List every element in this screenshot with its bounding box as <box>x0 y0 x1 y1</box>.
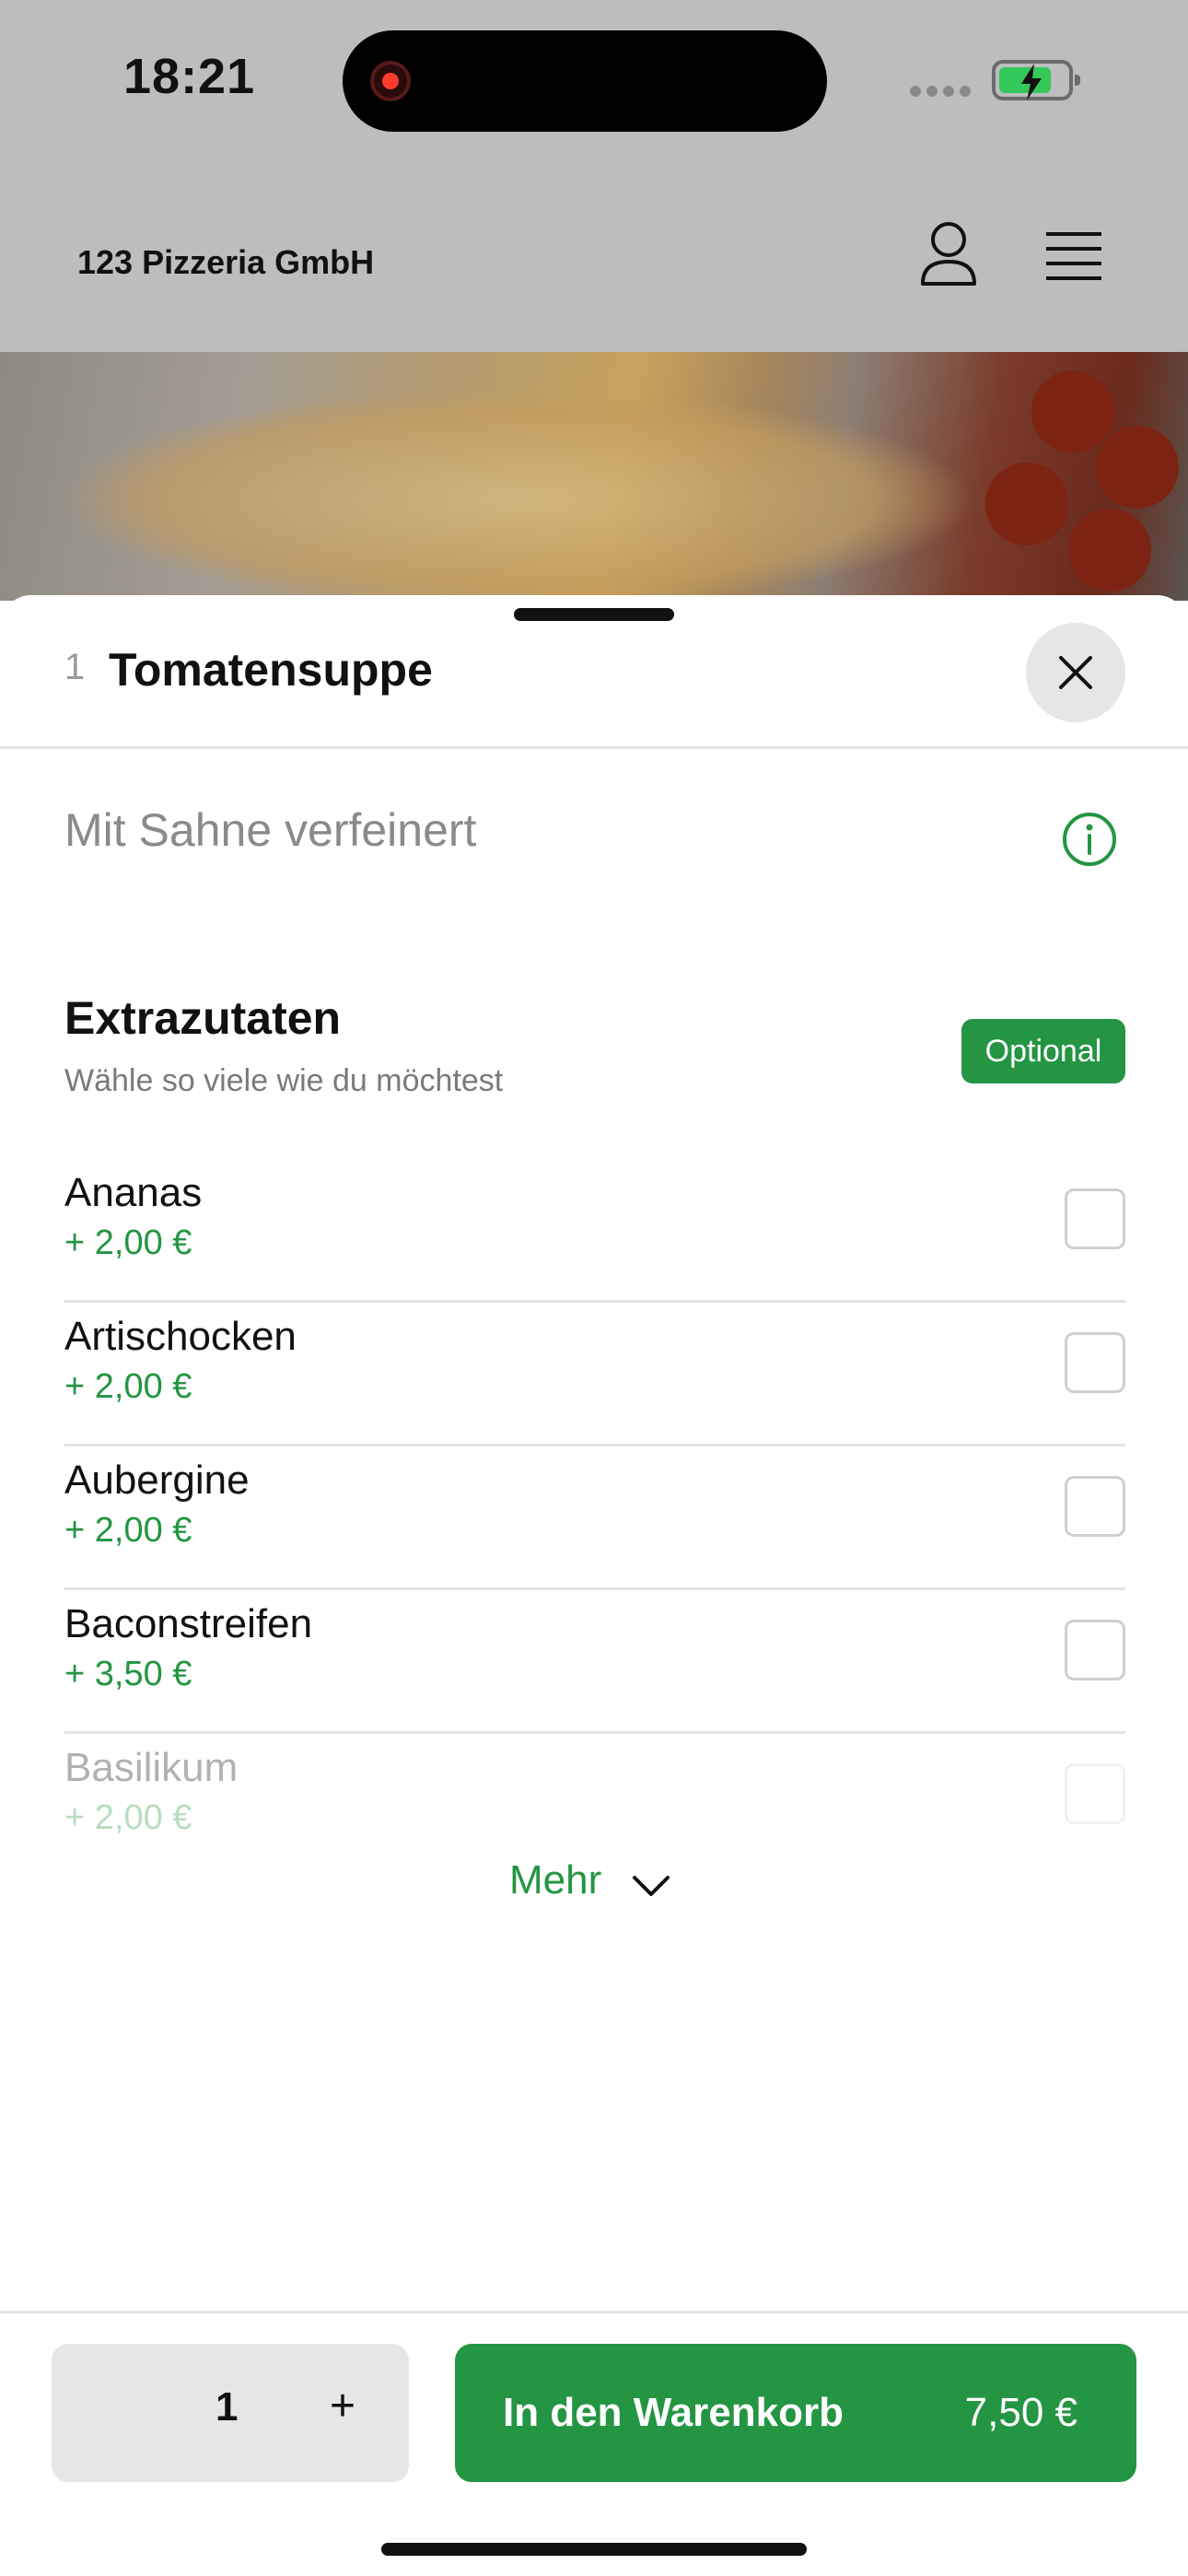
product-detail-sheet: 1 Tomatensuppe Mit Sahne verfeinert Extr… <box>0 595 1188 2576</box>
option-checkbox[interactable] <box>1065 1620 1125 1680</box>
list-item[interactable]: Basilikum + 2,00 € <box>64 1734 1125 1878</box>
section-subtitle: Wähle so viele wie du möchtest <box>64 1063 504 1098</box>
chevron-down-icon[interactable] <box>631 1874 671 1900</box>
charging-bolt-icon <box>1021 64 1042 100</box>
add-to-cart-label: In den Warenkorb <box>503 2390 844 2435</box>
option-price: + 2,00 € <box>64 1798 192 1837</box>
quantity-value: 1 <box>215 2384 239 2430</box>
recording-indicator-icon <box>370 61 411 101</box>
option-name: Aubergine <box>64 1458 250 1503</box>
show-more-button[interactable]: Mehr <box>509 1857 601 1903</box>
list-item[interactable]: Artischocken + 2,00 € <box>64 1303 1125 1446</box>
quantity-plus-button[interactable]: + <box>330 2381 355 2431</box>
sheet-grabber[interactable] <box>514 608 674 621</box>
option-checkbox[interactable] <box>1065 1332 1125 1393</box>
option-price: + 2,00 € <box>64 1367 192 1406</box>
close-icon <box>1059 656 1092 689</box>
status-time: 18:21 <box>123 49 256 104</box>
add-to-cart-button[interactable]: In den Warenkorb 7,50 € <box>455 2344 1136 2482</box>
option-name: Artischocken <box>64 1314 297 1359</box>
section-title: Extrazutaten <box>64 992 342 1044</box>
header-divider <box>0 746 1188 749</box>
option-price: + 3,50 € <box>64 1655 192 1693</box>
home-indicator[interactable] <box>381 2543 807 2556</box>
option-name: Baconstreifen <box>64 1601 313 1646</box>
optional-badge: Optional <box>961 1019 1125 1083</box>
option-checkbox[interactable] <box>1065 1476 1125 1537</box>
item-title: Tomatensuppe <box>109 644 433 696</box>
option-checkbox[interactable] <box>1065 1188 1125 1249</box>
app-header: 123 Pizzeria GmbH <box>0 190 1188 352</box>
option-price: + 2,00 € <box>64 1511 192 1550</box>
hero-pizza-image <box>0 352 1188 601</box>
close-button[interactable] <box>1026 623 1125 722</box>
extra-ingredients-list: Ananas + 2,00 € Artischocken + 2,00 € Au… <box>64 1159 1125 1878</box>
option-price: + 2,00 € <box>64 1224 192 1262</box>
info-icon[interactable] <box>1061 811 1118 868</box>
cart-total-price: 7,50 € <box>964 2390 1077 2435</box>
footer-divider <box>0 2311 1188 2313</box>
cellular-signal-icon <box>910 85 976 101</box>
item-number: 1 <box>64 647 86 687</box>
option-checkbox[interactable] <box>1065 1763 1125 1824</box>
user-account-icon[interactable] <box>919 221 978 287</box>
dynamic-island <box>343 30 827 132</box>
list-item[interactable]: Baconstreifen + 3,50 € <box>64 1590 1125 1734</box>
option-name: Ananas <box>64 1170 203 1215</box>
restaurant-name: 123 Pizzeria GmbH <box>77 243 375 281</box>
item-description: Mit Sahne verfeinert <box>64 804 477 856</box>
quantity-stepper: 1 + <box>52 2344 409 2482</box>
list-item[interactable]: Aubergine + 2,00 € <box>64 1446 1125 1590</box>
hamburger-menu-icon[interactable] <box>1044 230 1103 282</box>
battery-icon <box>992 60 1080 100</box>
option-name: Basilikum <box>64 1745 239 1790</box>
list-item[interactable]: Ananas + 2,00 € <box>64 1159 1125 1303</box>
